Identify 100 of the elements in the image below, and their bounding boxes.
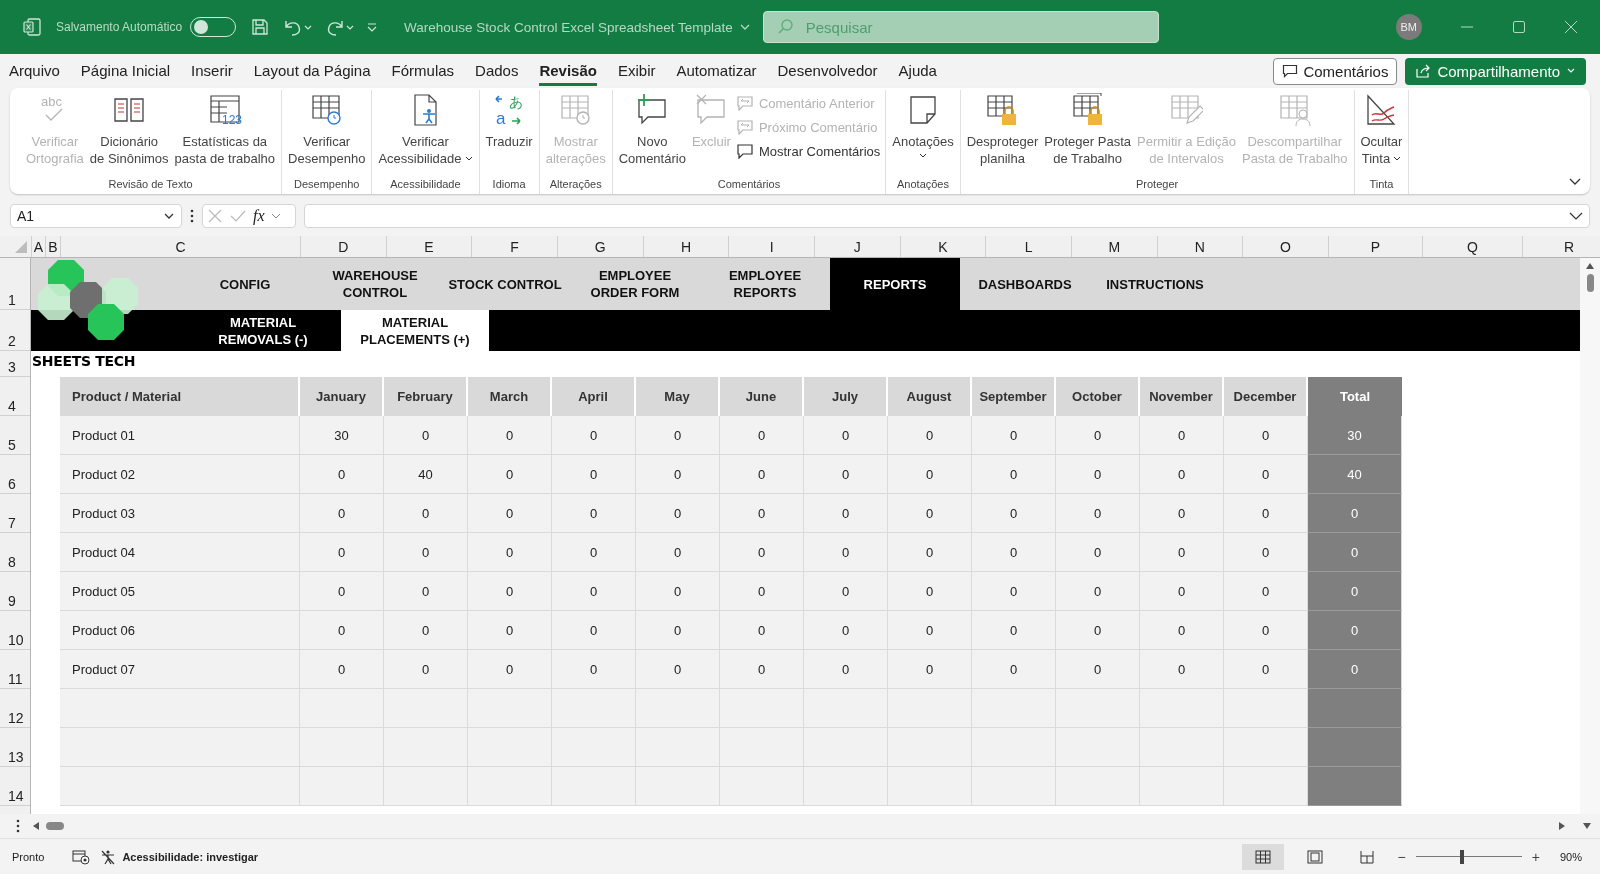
formula-input[interactable]	[304, 204, 1590, 228]
scroll-down-icon[interactable]	[1582, 822, 1592, 830]
row-number[interactable]: 6	[0, 455, 30, 494]
menu-tab[interactable]: Ajuda	[898, 56, 937, 86]
ribbon-button[interactable]: Mostrar Comentários	[733, 142, 883, 160]
column-letter[interactable]: Q	[1421, 236, 1522, 257]
caret-icon[interactable]	[163, 212, 175, 220]
normal-view-button[interactable]	[1241, 843, 1284, 870]
row-number[interactable]: 1	[0, 258, 30, 310]
column-letter[interactable]: E	[385, 236, 472, 257]
insert-function-button[interactable]: fx	[253, 207, 265, 225]
ribbon-button[interactable]: Novo Comentário	[615, 90, 689, 178]
macro-record-icon[interactable]	[72, 848, 91, 865]
menu-tab[interactable]: Layout da Página	[253, 56, 371, 86]
menu-tab[interactable]: Página Inicial	[80, 56, 171, 86]
ribbon-button[interactable]: Verificar Desempenho	[285, 90, 369, 178]
column-letter[interactable]: J	[813, 236, 900, 257]
more-options-icon[interactable]	[16, 819, 20, 833]
ribbon-button[interactable]: Ocultar Tinta	[1357, 90, 1406, 178]
menu-tab[interactable]: Arquivo	[9, 56, 60, 86]
row-number[interactable]: 11	[0, 650, 30, 689]
row-number[interactable]: 2	[0, 310, 30, 351]
scroll-left-icon[interactable]	[32, 821, 40, 831]
ribbon-button[interactable]: Proteger Pasta de Trabalho	[1041, 90, 1134, 178]
sub-tab[interactable]: MATERIAL REMOVALS (-)	[189, 310, 337, 351]
column-letter[interactable]: H	[642, 236, 729, 257]
row-number[interactable]: 13	[0, 728, 30, 767]
column-letter[interactable]: A	[31, 236, 45, 257]
scroll-thumb[interactable]	[1586, 274, 1594, 292]
accessibility-status[interactable]: Acessibilidade: investigar	[122, 850, 259, 863]
more-options-icon[interactable]	[190, 209, 194, 223]
row-number[interactable]: 7	[0, 494, 30, 533]
nav-tab[interactable]: INSTRUCTIONS	[1090, 258, 1220, 310]
sub-tab[interactable]: MATERIAL PLACEMENTS (+)	[341, 310, 489, 351]
column-letter[interactable]: I	[728, 236, 814, 257]
column-letter[interactable]: G	[556, 236, 643, 257]
column-letter[interactable]: L	[985, 236, 1071, 257]
customize-caret-icon[interactable]	[366, 21, 379, 33]
menu-tab[interactable]: Dados	[475, 56, 519, 86]
nav-tab[interactable]: WAREHOUSE CONTROL	[310, 258, 440, 310]
nav-tab[interactable]: DASHBOARDS	[960, 258, 1090, 310]
zoom-out-button[interactable]: −	[1397, 848, 1406, 865]
name-box[interactable]: A1	[10, 204, 182, 228]
ribbon-button[interactable]: Desproteger planilha	[963, 90, 1042, 178]
table-cell: 0	[468, 494, 552, 533]
menu-tab[interactable]: Inserir	[191, 56, 233, 86]
maximize-icon[interactable]	[1511, 20, 1526, 34]
column-letter[interactable]: R	[1521, 236, 1600, 257]
column-letter[interactable]: B	[45, 236, 60, 257]
collapse-ribbon-icon[interactable]	[1568, 176, 1582, 186]
ribbon-button[interactable]: Verificar Acessibilidade	[375, 90, 476, 178]
ribbon-button[interactable]: Anotações	[889, 90, 957, 178]
column-letter[interactable]: D	[300, 236, 386, 257]
accessibility-icon[interactable]	[100, 848, 117, 865]
ribbon-button[interactable]: Dicionário de Sinônimos	[86, 90, 172, 178]
menu-tab[interactable]: Exibir	[617, 56, 656, 86]
search-field[interactable]: Pesquisar	[762, 11, 1159, 43]
close-icon[interactable]	[1563, 20, 1578, 34]
zoom-level[interactable]: 90%	[1559, 850, 1582, 863]
row-number[interactable]: 5	[0, 416, 30, 455]
share-button[interactable]: Compartilhamento	[1405, 57, 1586, 85]
row-number[interactable]: 10	[0, 611, 30, 650]
column-header: August	[888, 377, 972, 416]
table-cell: 0	[1056, 455, 1140, 494]
column-letter[interactable]: M	[1070, 236, 1157, 257]
ribbon-button[interactable]: あ a Traduzir	[482, 90, 536, 178]
row-number[interactable]: 12	[0, 689, 30, 728]
nav-tab[interactable]: REPORTS	[830, 258, 960, 310]
user-avatar[interactable]: BM	[1395, 14, 1422, 40]
nav-tab[interactable]: EMPLOYEE ORDER FORM	[570, 258, 700, 310]
scroll-thumb[interactable]	[46, 822, 64, 830]
scroll-right-icon[interactable]	[1558, 821, 1566, 831]
nav-tab[interactable]: EMPLOYEE REPORTS	[700, 258, 830, 310]
expand-caret-icon[interactable]	[1569, 212, 1583, 220]
column-letter[interactable]: K	[899, 236, 986, 257]
save-icon[interactable]	[250, 17, 271, 37]
column-letter[interactable]: N	[1156, 236, 1243, 257]
row-number[interactable]: 8	[0, 533, 30, 572]
menu-tab[interactable]: Desenvolvedor	[777, 56, 878, 86]
row-number[interactable]: 4	[0, 377, 30, 416]
menu-tab[interactable]: Fórmulas	[391, 56, 455, 86]
ribbon-button[interactable]: 123 Estatísticas da pasta de trabalho	[171, 90, 279, 178]
check-icon[interactable]	[229, 208, 247, 224]
row-number[interactable]: 3	[0, 351, 30, 377]
column-letter[interactable]: F	[471, 236, 557, 257]
row-number[interactable]: 14	[0, 767, 30, 806]
row-number[interactable]: 9	[0, 572, 30, 611]
zoom-slider-thumb[interactable]	[1460, 849, 1465, 864]
column-letter[interactable]: P	[1327, 236, 1422, 257]
zoom-in-button[interactable]: +	[1531, 848, 1540, 865]
column-letter[interactable]: C	[60, 236, 300, 257]
table-cell: Product 04	[60, 533, 300, 572]
scroll-up-icon[interactable]	[1585, 262, 1595, 270]
nav-tab[interactable]: CONFIG	[180, 258, 310, 310]
menu-tab[interactable]: Automatizar	[676, 56, 757, 86]
table-cell: 0	[1140, 455, 1224, 494]
vertical-scrollbar[interactable]	[1580, 258, 1600, 814]
nav-tab[interactable]: STOCK CONTROL	[440, 258, 570, 310]
column-letter[interactable]: O	[1242, 236, 1328, 257]
comments-button[interactable]: Comentários	[1273, 57, 1398, 85]
